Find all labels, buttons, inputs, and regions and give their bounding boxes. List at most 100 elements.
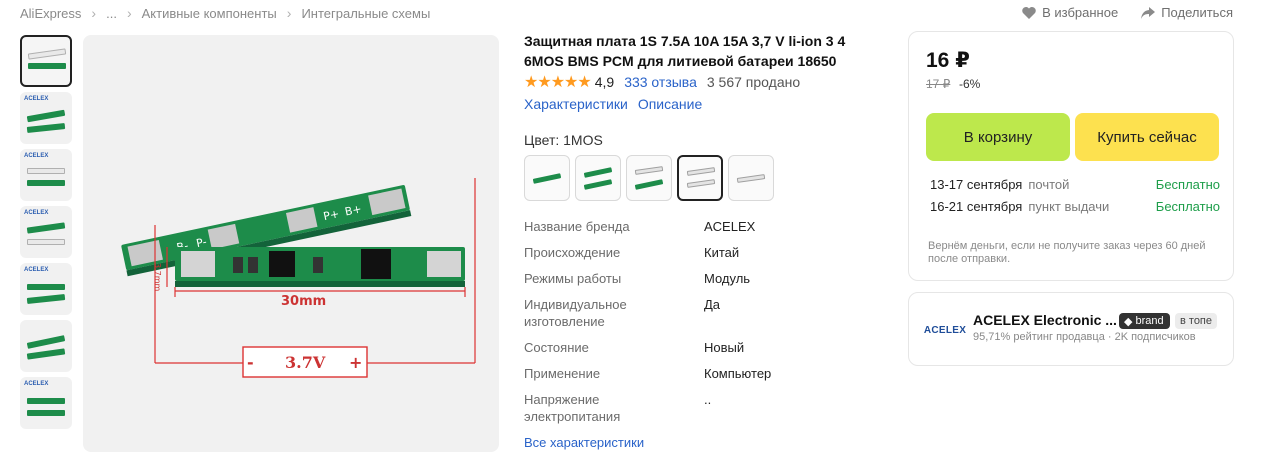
spec-value: Компьютер	[704, 366, 772, 381]
thumb-board	[27, 284, 65, 290]
favorite-button[interactable]: В избранное	[1021, 5, 1118, 20]
variant-option-3[interactable]	[626, 155, 672, 201]
variant-thumb	[583, 167, 613, 178]
shipping-date: 16-21 сентября	[930, 199, 1023, 214]
thumbnail-4[interactable]: ACELEX	[20, 206, 72, 258]
add-to-cart-button[interactable]: В корзину	[926, 113, 1070, 161]
spec-key: Напряжение электропитания	[524, 391, 704, 425]
thumbnail-2[interactable]: ACELEX	[20, 92, 72, 144]
spec-table: Название бренда ACELEX Происхождение Кит…	[524, 218, 864, 434]
reviews-link[interactable]: 333 отзыва	[624, 74, 697, 90]
variant-thumb	[532, 173, 562, 184]
thumb-brand-logo: ACELEX	[24, 210, 49, 216]
product-illustration: B- P- P+ B+ 3.7mm 30mm - 3.7V +	[121, 178, 476, 378]
battery-plus: +	[349, 353, 362, 372]
variant-thumb	[686, 179, 716, 188]
spec-key: Состояние	[524, 339, 704, 356]
thumb-board	[26, 222, 66, 234]
battery-symbol: - 3.7V +	[242, 346, 368, 378]
tab-description[interactable]: Описание	[638, 96, 702, 112]
dimension-height-label: 3.7mm	[153, 263, 162, 292]
product-tabs: Характеристики Описание	[524, 96, 702, 112]
variant-thumb	[686, 167, 716, 176]
thumbnail-list: ACELEX ACELEX ACELEX ACELEX ACELEX	[20, 35, 74, 434]
variant-thumb	[736, 174, 766, 183]
color-variant-list	[524, 155, 774, 201]
buy-now-button[interactable]: Купить сейчас	[1075, 113, 1219, 161]
dimension-width-label: 30mm	[281, 294, 326, 309]
main-product-image[interactable]: B- P- P+ B+ 3.7mm 30mm - 3.7V +	[83, 35, 499, 452]
tab-characteristics[interactable]: Характеристики	[524, 96, 628, 112]
thumbnail-1[interactable]	[20, 35, 72, 87]
battery-minus: -	[247, 353, 254, 372]
seller-card[interactable]: ACELEX ACELEX Electronic ... ◆ brand в т…	[908, 292, 1234, 366]
chevron-right-icon: ›	[126, 5, 132, 21]
refund-note: Вернём деньги, если не получите заказ че…	[928, 240, 1206, 265]
thumb-brand-logo: ACELEX	[24, 381, 49, 387]
share-icon	[1141, 6, 1156, 19]
variant-option-5[interactable]	[728, 155, 774, 201]
thumbnail-6[interactable]	[20, 320, 72, 372]
spec-value: ..	[704, 392, 712, 407]
pcb-board-bottom	[175, 247, 465, 287]
breadcrumb: AliExpress › ... › Активные компоненты ›…	[20, 5, 430, 21]
thumb-board	[26, 335, 66, 349]
thumbnail-3[interactable]: ACELEX	[20, 149, 72, 201]
breadcrumb-integrated-circuits[interactable]: Интегральные схемы	[301, 6, 430, 21]
thumb-board	[27, 180, 65, 186]
discount-badge: -6%	[959, 77, 981, 91]
shipping-method: пункт выдачи	[1028, 199, 1110, 214]
breadcrumb-active-components[interactable]: Активные компоненты	[142, 6, 277, 21]
thumb-board	[26, 348, 66, 360]
spec-value: ACELEX	[704, 219, 756, 234]
variant-option-2[interactable]	[575, 155, 621, 201]
spec-key: Индивидуальное изготовление	[524, 297, 627, 329]
top-actions: В избранное Поделиться	[1021, 5, 1233, 20]
thumb-board	[27, 239, 65, 245]
spec-key: Применение	[524, 365, 704, 382]
variant-option-1[interactable]	[524, 155, 570, 201]
thumb-brand-logo: ACELEX	[24, 267, 49, 273]
heart-icon	[1022, 6, 1036, 19]
shipping-option-2: 16-21 сентября пункт выдачи Бесплатно	[930, 199, 1220, 214]
spec-row: Происхождение Китай	[524, 244, 864, 261]
thumb-brand-logo: ACELEX	[24, 96, 49, 102]
spec-row: Состояние Новый	[524, 339, 864, 356]
shipping-cost: Бесплатно	[1155, 199, 1220, 214]
thumb-board	[26, 123, 66, 133]
brand-badge: ◆ brand	[1119, 313, 1170, 329]
thumbnail-7[interactable]: ACELEX	[20, 377, 72, 429]
seller-logo: ACELEX	[923, 324, 967, 336]
favorite-label: В избранное	[1042, 5, 1119, 20]
spec-value: Новый	[704, 340, 745, 355]
spec-value: Да	[704, 297, 721, 312]
shipping-date: 13-17 сентября	[930, 177, 1023, 192]
thumb-board	[27, 398, 65, 404]
thumbnail-5[interactable]: ACELEX	[20, 263, 72, 315]
thumb-brand-logo: ACELEX	[24, 153, 49, 159]
breadcrumb-aliexpress[interactable]: AliExpress	[20, 6, 81, 21]
old-price: 17 ₽	[926, 77, 951, 91]
brand-badge-label: brand	[1135, 315, 1164, 327]
seller-name[interactable]: ACELEX Electronic ...	[973, 312, 1117, 328]
variant-option-4[interactable]	[677, 155, 723, 201]
shipping-cost: Бесплатно	[1155, 177, 1220, 192]
variant-thumb	[583, 179, 613, 190]
thumb-board	[27, 410, 65, 416]
all-specs-link[interactable]: Все характеристики	[524, 435, 644, 450]
color-label: Цвет: 1MOS	[524, 132, 603, 148]
star-rating-icon: ★★★★★	[524, 74, 592, 91]
spec-key: Название бренда	[524, 218, 704, 235]
share-button[interactable]: Поделиться	[1140, 5, 1233, 20]
thumb-board	[26, 109, 66, 123]
spec-row: Название бренда ACELEX	[524, 218, 864, 235]
chevron-right-icon: ›	[91, 5, 97, 21]
variant-thumb	[634, 166, 664, 175]
buy-box: 16 ₽ 17 ₽ -6% В корзину Купить сейчас 13…	[908, 31, 1234, 281]
variant-thumb	[634, 179, 664, 190]
thumb-board	[28, 63, 66, 69]
sold-count: 3 567 продано	[706, 74, 801, 90]
current-price: 16 ₽	[926, 49, 970, 72]
breadcrumb-ellipsis[interactable]: ...	[106, 6, 117, 21]
top-badge: в топе	[1175, 313, 1218, 329]
